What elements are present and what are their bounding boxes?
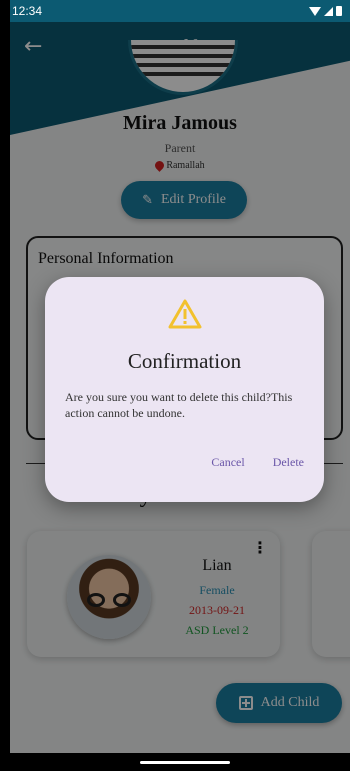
dialog-actions: Cancel Delete [211, 455, 304, 470]
warning-icon [168, 299, 202, 329]
wifi-icon [309, 6, 321, 16]
status-bar: 12:34 [10, 0, 350, 22]
status-time: 12:34 [12, 4, 43, 18]
signal-icon [324, 6, 333, 16]
battery-icon [336, 6, 342, 16]
cancel-button[interactable]: Cancel [211, 455, 244, 470]
dialog-title: Confirmation [127, 349, 242, 373]
system-navigation-bar [10, 753, 350, 771]
profile-screen: ← Profile Mira Jamous Parent Ramallah ✎ … [10, 0, 350, 771]
delete-button[interactable]: Delete [273, 455, 304, 470]
confirmation-dialog: Confirmation Are you sure you want to de… [45, 277, 324, 502]
dialog-message: Are you sure you want to delete this chi… [65, 390, 293, 420]
home-gesture-bar[interactable] [140, 761, 230, 764]
